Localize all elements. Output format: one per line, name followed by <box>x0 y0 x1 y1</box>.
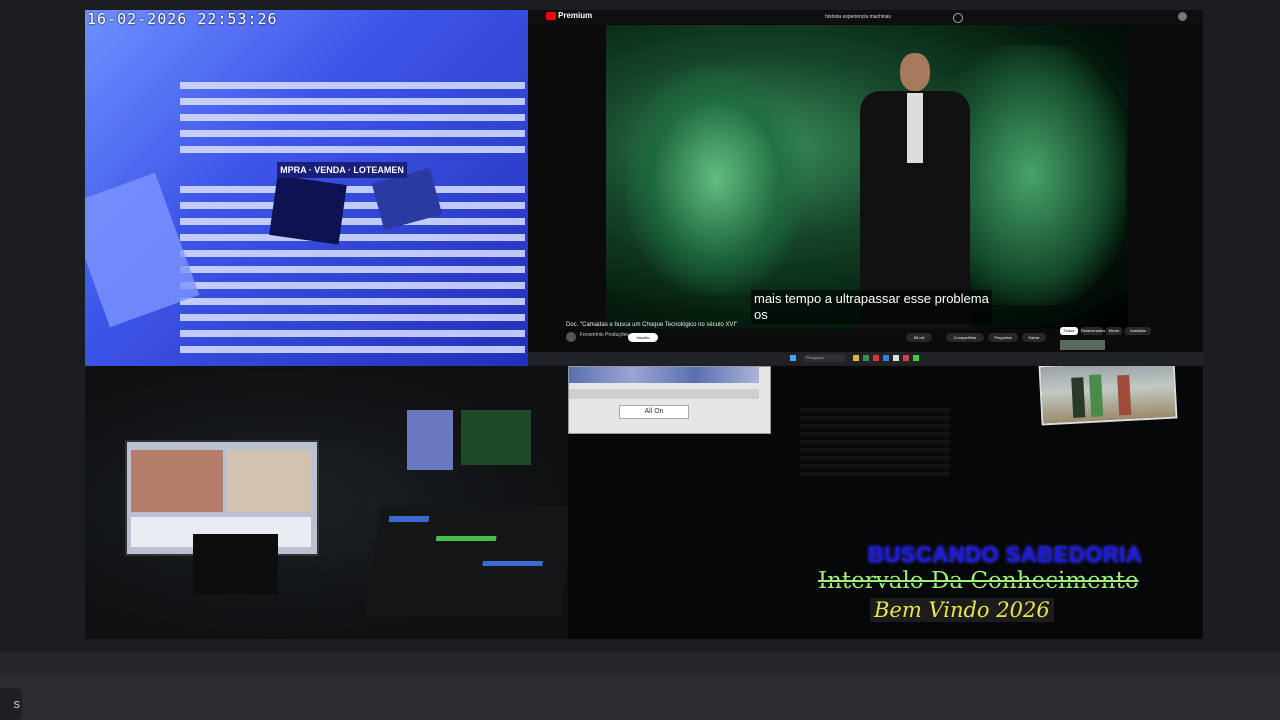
preview-monitor <box>407 410 453 470</box>
subtitle-line: mais tempo a ultrapassar esse problema <box>754 291 989 306</box>
presenter <box>854 53 974 329</box>
gate-slat <box>180 250 525 257</box>
save-button[interactable]: Salvar <box>1022 333 1046 342</box>
gate-slat <box>180 314 525 321</box>
gate-slat <box>180 266 525 273</box>
avatar[interactable] <box>1178 12 1187 21</box>
youtube-logo-text: Premium <box>558 11 593 20</box>
subtitle-line: os <box>754 307 768 322</box>
dialog-preview-strip <box>569 367 759 383</box>
gate-slat <box>180 234 525 241</box>
dark-panel <box>269 175 347 245</box>
control-dialog: All On <box>568 366 771 434</box>
app-icon[interactable] <box>913 355 919 361</box>
video-player[interactable]: mais tempo a ultrapassar esse problema o… <box>606 25 1128 329</box>
app-icon[interactable] <box>863 355 869 361</box>
app-icon[interactable] <box>873 355 879 361</box>
monitor-video-thumbnail <box>227 450 311 512</box>
dialog-scrollbar[interactable] <box>569 389 759 399</box>
gate-slat <box>180 186 525 193</box>
gate-slat <box>180 114 525 121</box>
ask-button[interactable]: Perguntar <box>988 333 1018 342</box>
search-icon[interactable] <box>953 13 963 23</box>
gate-slat <box>180 282 525 289</box>
presenter-shirt <box>907 93 923 163</box>
gate-slat <box>180 346 525 353</box>
security-camera-feed: MPRA · VENDA · LOTEAMEN 16-02-2026 22:53… <box>85 10 528 366</box>
console-meter <box>482 561 543 566</box>
gate-slat <box>180 202 525 209</box>
gate-sign: MPRA · VENDA · LOTEAMEN <box>277 162 407 178</box>
gate-slat <box>180 98 525 105</box>
start-icon[interactable] <box>790 355 796 361</box>
person-figure <box>1089 374 1104 417</box>
related-video-thumbnail[interactable] <box>1060 340 1105 350</box>
studio-camera-feed <box>85 366 568 639</box>
gate-slat <box>180 130 525 137</box>
subscribe-button[interactable]: Inscrito <box>628 333 658 342</box>
gate-slat <box>180 218 525 225</box>
like-button[interactable]: 88 mil <box>906 333 932 342</box>
program-monitor <box>461 410 531 465</box>
presenter-head <box>900 53 930 91</box>
chip-watched[interactable]: Assistido <box>1125 327 1151 335</box>
gate-slat <box>180 146 525 153</box>
gate-slat <box>180 298 525 305</box>
monitor-video-thumbnail <box>131 450 223 512</box>
app-icon[interactable] <box>903 355 909 361</box>
youtube-logo-icon[interactable] <box>546 12 556 20</box>
taskbar-search[interactable]: Pesquisar <box>803 354 846 362</box>
all-on-button[interactable]: All On <box>619 405 689 419</box>
channel-name[interactable]: Fenomínio Produções <box>580 332 629 338</box>
search-input[interactable]: historia esperiencia machinas <box>768 12 948 22</box>
bottom-tab[interactable]: s <box>0 688 22 720</box>
chip-movie[interactable]: Movie <box>1106 327 1122 335</box>
camera-timestamp: 16-02-2026 22:53:26 <box>87 10 278 28</box>
dim-window-grille <box>800 406 950 476</box>
mixing-console <box>365 506 568 616</box>
console-meter <box>388 516 430 522</box>
channel-avatar[interactable] <box>566 332 576 342</box>
person-figure <box>1117 374 1132 416</box>
angel-statue-left <box>626 65 806 295</box>
app-icon[interactable] <box>883 355 889 361</box>
video-subtitles: mais tempo a ultrapassar esse problema o… <box>751 290 992 324</box>
chip-all[interactable]: Todos <box>1060 327 1078 335</box>
people-photo <box>1038 366 1178 426</box>
console-meter <box>435 536 497 541</box>
app-bottom-strip <box>0 674 1280 720</box>
overlay-title: BUSCANDO SABEDORIA <box>868 542 1143 567</box>
overlay-subtitle: Intervalo Da Conhecimento <box>818 568 1139 594</box>
youtube-window: Premium historia esperiencia machinas ma… <box>528 10 1203 365</box>
share-button[interactable]: Compartilhar <box>946 333 984 342</box>
gate-slat <box>180 330 525 337</box>
windows-taskbar: Pesquisar <box>528 352 1203 365</box>
app-icon[interactable] <box>893 355 899 361</box>
keyboard-silhouette <box>193 534 278 594</box>
overlay-welcome: Bem Vindo 2026 <box>870 598 1054 622</box>
dark-camera-feed: All On BUSCANDO SABEDORIA Intervalo Da C… <box>568 366 1203 639</box>
player-control-bar <box>0 652 1280 674</box>
video-title[interactable]: Doc. "Camadas e busca um Choque Tecnológ… <box>566 322 737 328</box>
person-figure <box>1071 377 1086 418</box>
gate-slat <box>180 82 525 89</box>
folder-icon[interactable] <box>853 355 859 361</box>
chip-related[interactable]: Relacionados <box>1081 327 1105 335</box>
